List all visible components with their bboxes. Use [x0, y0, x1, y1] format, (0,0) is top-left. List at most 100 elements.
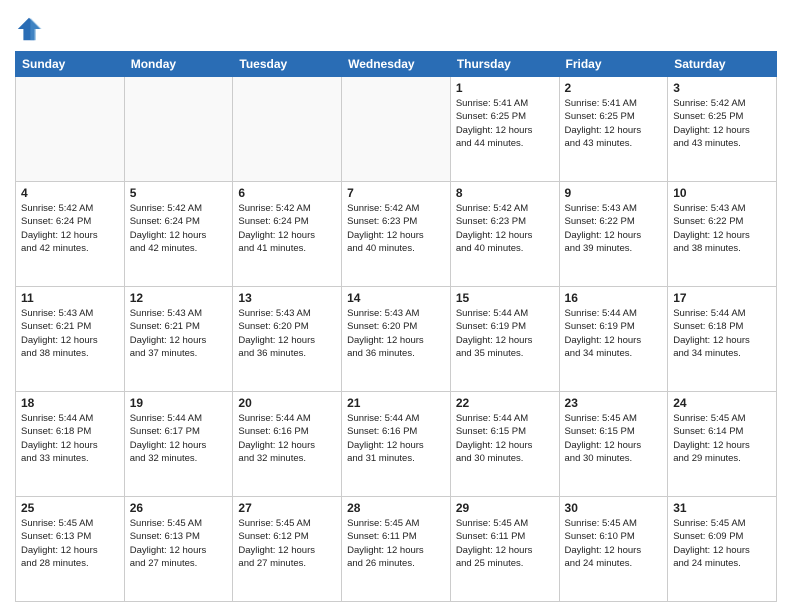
calendar-week-row: 11 Sunrise: 5:43 AMSunset: 6:21 PMDayligh…: [16, 287, 777, 392]
calendar-day-header: Saturday: [668, 52, 777, 77]
day-number: 30: [565, 501, 663, 515]
day-number: 20: [238, 396, 336, 410]
calendar-cell: 13Sunrise: 5:43 AMSunset: 6:20 PMDayligh…: [233, 287, 342, 392]
calendar-cell: 20 Sunrise: 5:44 AMSunset: 6:16 PMDayligh…: [233, 392, 342, 497]
calendar-cell: 27 Sunrise: 5:45 AMSunset: 6:12 PMDayligh…: [233, 497, 342, 602]
day-info: Sunrise: 5:45 AMSunset: 6:12 PMDaylight:…: [238, 517, 336, 570]
day-info: Sunrise: 5:42 AMSunset: 6:24 PMDaylight:…: [21, 202, 119, 255]
day-info: Sunrise: 5:44 AMSunset: 6:16 PMDaylight:…: [347, 412, 445, 465]
calendar-day-header: Wednesday: [342, 52, 451, 77]
calendar-cell: [233, 77, 342, 182]
calendar-week-row: 4 Sunrise: 5:42 AMSunset: 6:24 PMDaylight…: [16, 182, 777, 287]
day-number: 28: [347, 501, 445, 515]
calendar-cell: 1 Sunrise: 5:41 AMSunset: 6:25 PMDaylight…: [450, 77, 559, 182]
day-number: 11: [21, 291, 119, 305]
day-info: Sunrise: 5:45 AMSunset: 6:13 PMDaylight:…: [21, 517, 119, 570]
day-number: 24: [673, 396, 771, 410]
day-number: 5: [130, 186, 228, 200]
calendar-cell: 6 Sunrise: 5:42 AMSunset: 6:24 PMDaylight…: [233, 182, 342, 287]
day-info: Sunrise: 5:43 AMSunset: 6:21 PMDaylight:…: [130, 307, 228, 360]
day-number: 4: [21, 186, 119, 200]
day-info: Sunrise: 5:42 AMSunset: 6:25 PMDaylight:…: [673, 97, 771, 150]
calendar-cell: 12 Sunrise: 5:43 AMSunset: 6:21 PMDayligh…: [124, 287, 233, 392]
day-number: 29: [456, 501, 554, 515]
calendar-cell: 16Sunrise: 5:44 AMSunset: 6:19 PMDayligh…: [559, 287, 668, 392]
calendar-day-header: Monday: [124, 52, 233, 77]
calendar-cell: 26 Sunrise: 5:45 AMSunset: 6:13 PMDayligh…: [124, 497, 233, 602]
day-number: 14: [347, 291, 445, 305]
calendar-cell: 30Sunrise: 5:45 AMSunset: 6:10 PMDayligh…: [559, 497, 668, 602]
calendar-cell: [124, 77, 233, 182]
day-number: 31: [673, 501, 771, 515]
calendar-week-row: 18 Sunrise: 5:44 AMSunset: 6:18 PMDayligh…: [16, 392, 777, 497]
day-info: Sunrise: 5:44 AMSunset: 6:16 PMDaylight:…: [238, 412, 336, 465]
calendar-cell: 11Sunrise: 5:43 AMSunset: 6:21 PMDayligh…: [16, 287, 125, 392]
calendar-week-row: 25 Sunrise: 5:45 AMSunset: 6:13 PMDayligh…: [16, 497, 777, 602]
calendar-week-row: 1 Sunrise: 5:41 AMSunset: 6:25 PMDaylight…: [16, 77, 777, 182]
day-info: Sunrise: 5:42 AMSunset: 6:24 PMDaylight:…: [130, 202, 228, 255]
calendar-day-header: Sunday: [16, 52, 125, 77]
day-info: Sunrise: 5:42 AMSunset: 6:24 PMDaylight:…: [238, 202, 336, 255]
day-number: 7: [347, 186, 445, 200]
day-number: 10: [673, 186, 771, 200]
day-info: Sunrise: 5:44 AMSunset: 6:15 PMDaylight:…: [456, 412, 554, 465]
calendar-cell: 19 Sunrise: 5:44 AMSunset: 6:17 PMDayligh…: [124, 392, 233, 497]
calendar-cell: 4 Sunrise: 5:42 AMSunset: 6:24 PMDaylight…: [16, 182, 125, 287]
day-info: Sunrise: 5:45 AMSunset: 6:11 PMDaylight:…: [456, 517, 554, 570]
calendar-cell: [16, 77, 125, 182]
day-number: 23: [565, 396, 663, 410]
day-number: 27: [238, 501, 336, 515]
calendar-cell: 29 Sunrise: 5:45 AMSunset: 6:11 PMDayligh…: [450, 497, 559, 602]
calendar-cell: 22 Sunrise: 5:44 AMSunset: 6:15 PMDayligh…: [450, 392, 559, 497]
day-number: 1: [456, 81, 554, 95]
day-number: 15: [456, 291, 554, 305]
day-info: Sunrise: 5:41 AMSunset: 6:25 PMDaylight:…: [565, 97, 663, 150]
day-info: Sunrise: 5:41 AMSunset: 6:25 PMDaylight:…: [456, 97, 554, 150]
day-number: 25: [21, 501, 119, 515]
day-info: Sunrise: 5:44 AMSunset: 6:19 PMDaylight:…: [456, 307, 554, 360]
day-number: 26: [130, 501, 228, 515]
day-info: Sunrise: 5:44 AMSunset: 6:18 PMDaylight:…: [21, 412, 119, 465]
calendar-day-header: Tuesday: [233, 52, 342, 77]
calendar-cell: 28 Sunrise: 5:45 AMSunset: 6:11 PMDayligh…: [342, 497, 451, 602]
day-number: 19: [130, 396, 228, 410]
calendar-cell: 15 Sunrise: 5:44 AMSunset: 6:19 PMDayligh…: [450, 287, 559, 392]
calendar-cell: 18 Sunrise: 5:44 AMSunset: 6:18 PMDayligh…: [16, 392, 125, 497]
day-info: Sunrise: 5:45 AMSunset: 6:15 PMDaylight:…: [565, 412, 663, 465]
day-number: 13: [238, 291, 336, 305]
day-info: Sunrise: 5:44 AMSunset: 6:17 PMDaylight:…: [130, 412, 228, 465]
day-info: Sunrise: 5:43 AMSunset: 6:20 PMDaylight:…: [347, 307, 445, 360]
day-number: 22: [456, 396, 554, 410]
day-number: 21: [347, 396, 445, 410]
day-number: 2: [565, 81, 663, 95]
page: SundayMondayTuesdayWednesdayThursdayFrid…: [0, 0, 792, 612]
day-info: Sunrise: 5:44 AMSunset: 6:19 PMDaylight:…: [565, 307, 663, 360]
calendar-cell: 3 Sunrise: 5:42 AMSunset: 6:25 PMDaylight…: [668, 77, 777, 182]
calendar-header-row: SundayMondayTuesdayWednesdayThursdayFrid…: [16, 52, 777, 77]
day-number: 18: [21, 396, 119, 410]
day-number: 17: [673, 291, 771, 305]
day-info: Sunrise: 5:43 AMSunset: 6:22 PMDaylight:…: [565, 202, 663, 255]
calendar-cell: 14 Sunrise: 5:43 AMSunset: 6:20 PMDayligh…: [342, 287, 451, 392]
day-number: 8: [456, 186, 554, 200]
day-info: Sunrise: 5:45 AMSunset: 6:13 PMDaylight:…: [130, 517, 228, 570]
day-info: Sunrise: 5:45 AMSunset: 6:14 PMDaylight:…: [673, 412, 771, 465]
calendar-table: SundayMondayTuesdayWednesdayThursdayFrid…: [15, 51, 777, 602]
day-number: 9: [565, 186, 663, 200]
day-info: Sunrise: 5:44 AMSunset: 6:18 PMDaylight:…: [673, 307, 771, 360]
calendar-cell: 25 Sunrise: 5:45 AMSunset: 6:13 PMDayligh…: [16, 497, 125, 602]
logo: [15, 15, 47, 43]
day-info: Sunrise: 5:45 AMSunset: 6:11 PMDaylight:…: [347, 517, 445, 570]
day-info: Sunrise: 5:42 AMSunset: 6:23 PMDaylight:…: [456, 202, 554, 255]
calendar-cell: 21 Sunrise: 5:44 AMSunset: 6:16 PMDayligh…: [342, 392, 451, 497]
calendar-cell: 5 Sunrise: 5:42 AMSunset: 6:24 PMDaylight…: [124, 182, 233, 287]
calendar-cell: 10 Sunrise: 5:43 AMSunset: 6:22 PMDayligh…: [668, 182, 777, 287]
day-info: Sunrise: 5:43 AMSunset: 6:22 PMDaylight:…: [673, 202, 771, 255]
calendar-cell: 9 Sunrise: 5:43 AMSunset: 6:22 PMDaylight…: [559, 182, 668, 287]
day-number: 12: [130, 291, 228, 305]
day-number: 6: [238, 186, 336, 200]
calendar-cell: 17 Sunrise: 5:44 AMSunset: 6:18 PMDayligh…: [668, 287, 777, 392]
calendar-cell: 31Sunrise: 5:45 AMSunset: 6:09 PMDayligh…: [668, 497, 777, 602]
day-number: 3: [673, 81, 771, 95]
calendar-cell: 7Sunrise: 5:42 AMSunset: 6:23 PMDaylight…: [342, 182, 451, 287]
